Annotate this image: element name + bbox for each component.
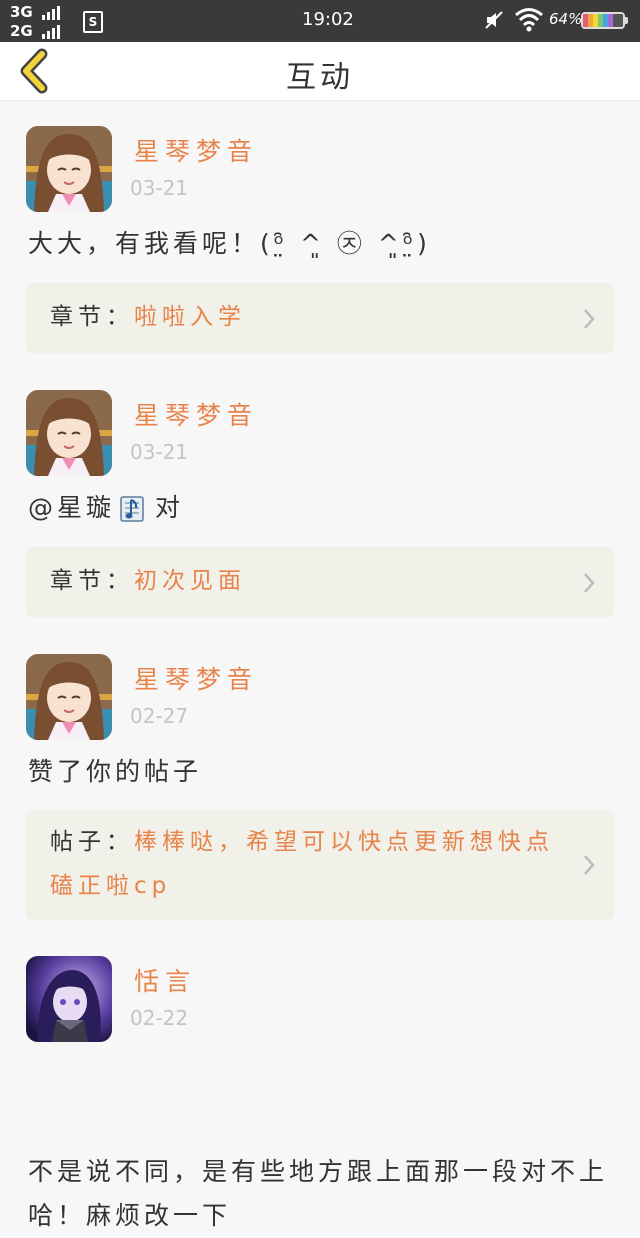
reference-text: 章节：初次见面 bbox=[50, 559, 554, 603]
comment-text-after: 对 bbox=[155, 493, 185, 522]
avatar[interactable] bbox=[26, 654, 112, 740]
chevron-right-icon bbox=[584, 573, 595, 593]
status-bar: 3G 2G S 19:02 64% bbox=[0, 0, 640, 42]
username[interactable]: 星琴梦音 bbox=[134, 396, 258, 432]
mention-link[interactable]: @星璇 bbox=[28, 493, 115, 522]
reference-card[interactable]: 章节：啦啦入学 bbox=[26, 283, 614, 353]
battery-icon bbox=[581, 12, 625, 29]
reference-label: 章节： bbox=[50, 304, 134, 330]
status-time: 19:02 bbox=[302, 9, 354, 30]
network-indicator-2g: 2G bbox=[10, 24, 62, 39]
battery-tip bbox=[625, 17, 628, 24]
username[interactable]: 恬言 bbox=[134, 962, 196, 998]
reference-title: 啦啦入学 bbox=[134, 304, 246, 330]
date: 02-27 bbox=[130, 704, 189, 728]
avatar[interactable] bbox=[26, 956, 112, 1042]
signal-icon bbox=[41, 24, 62, 39]
sim-icon: S bbox=[83, 11, 103, 33]
chevron-right-icon bbox=[584, 309, 595, 329]
chevron-right-icon bbox=[584, 855, 595, 875]
date: 03-21 bbox=[130, 440, 189, 464]
network-3g-label: 3G bbox=[10, 3, 33, 21]
date: 03-21 bbox=[130, 176, 189, 200]
reference-text: 帖子：棒棒哒，希望可以快点更新想快点磕正啦cp bbox=[50, 820, 554, 908]
mute-icon bbox=[484, 10, 504, 35]
signal-icon bbox=[41, 5, 62, 20]
reference-card[interactable]: 帖子：棒棒哒，希望可以快点更新想快点磕正啦cp bbox=[26, 810, 614, 920]
date: 02-22 bbox=[130, 1006, 189, 1030]
music-note-icon bbox=[117, 494, 149, 524]
reference-label: 章节： bbox=[50, 568, 134, 594]
avatar[interactable] bbox=[26, 390, 112, 476]
comment-text: 大大，有我看呢！(ᵒ̤̑ ^͈ ㉨ ^͈ᵒ̤̑) bbox=[28, 229, 431, 258]
page-title: 互动 bbox=[286, 60, 354, 95]
network-2g-label: 2G bbox=[10, 22, 33, 40]
reference-title: 初次见面 bbox=[134, 568, 246, 594]
reference-text: 章节：啦啦入学 bbox=[50, 295, 554, 339]
avatar[interactable] bbox=[26, 126, 112, 212]
network-indicator-3g: 3G bbox=[10, 5, 62, 20]
battery-percent: 64% bbox=[549, 10, 583, 28]
reference-label: 帖子： bbox=[50, 829, 134, 855]
username[interactable]: 星琴梦音 bbox=[134, 660, 258, 696]
top-bar: 互动 bbox=[0, 42, 640, 101]
comment-text: @星璇 对 bbox=[28, 486, 612, 530]
reference-card[interactable]: 章节：初次见面 bbox=[26, 547, 614, 617]
comment-text: 不是说不同，是有些地方跟上面那一段对不上哈！麻烦改一下 bbox=[28, 1157, 609, 1230]
comment-text: 赞了你的帖子 bbox=[28, 757, 203, 786]
wifi-icon bbox=[515, 8, 543, 32]
username[interactable]: 星琴梦音 bbox=[134, 132, 258, 168]
